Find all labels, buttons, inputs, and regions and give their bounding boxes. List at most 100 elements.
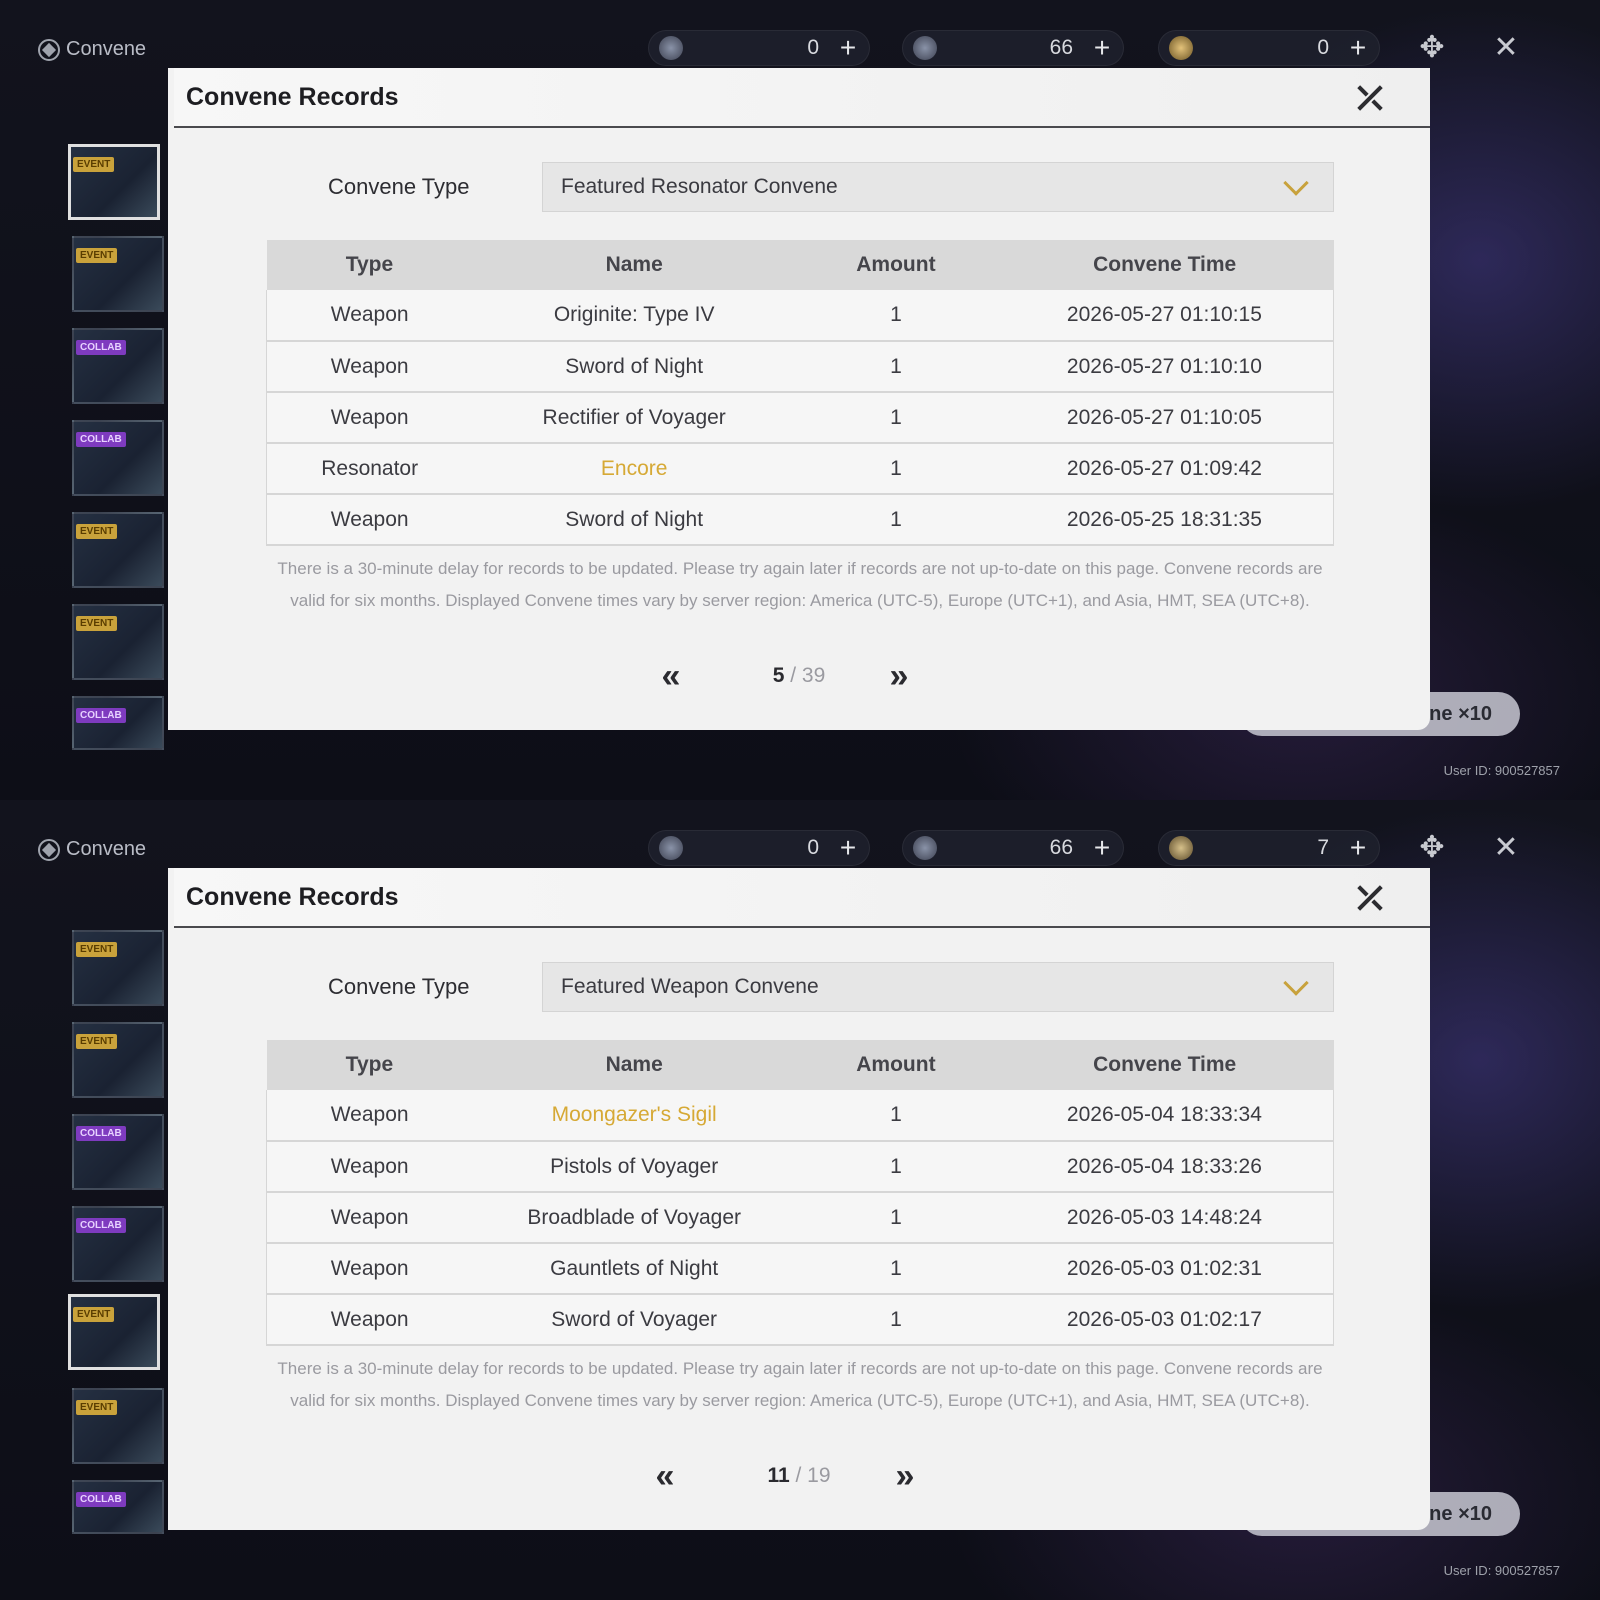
header-amount: Amount [796, 1040, 996, 1090]
convene-screen-top: Convene 0 + 66 + 0 + ✥ ✕ EVENT EVENT COL… [0, 0, 1600, 800]
records-table: Type Name Amount Convene Time Weapon Moo… [266, 1040, 1334, 1346]
cell-time: 2026-05-04 18:33:26 [995, 1141, 1334, 1193]
records-notice: There is a 30-minute delay for records t… [277, 559, 1323, 610]
cell-amount: 1 [796, 1090, 996, 1142]
cell-type: Resonator [266, 443, 473, 495]
cell-type: Weapon [266, 1243, 473, 1295]
astrite-icon [913, 36, 937, 60]
table-header: Type Name Amount Convene Time [266, 240, 1334, 290]
table-row: Weapon Rectifier of Voyager 1 2026-05-27… [266, 392, 1334, 444]
banner-tag: EVENT [76, 524, 118, 539]
convene-type-value: Featured Weapon Convene [561, 975, 819, 998]
add-astrite-button[interactable]: + [1091, 834, 1113, 862]
table-row: Weapon Broadblade of Voyager 1 2026-05-0… [266, 1192, 1334, 1244]
banner-thumb[interactable]: COLLAB [72, 696, 164, 750]
page-indicator: 5 / 39 [168, 664, 1430, 688]
convene-type-select[interactable]: Featured Weapon Convene [542, 962, 1334, 1012]
banner-thumb[interactable]: EVENT [72, 930, 164, 1006]
table-row: Weapon Pistols of Voyager 1 2026-05-04 1… [266, 1141, 1334, 1193]
close-icon[interactable] [1350, 878, 1390, 918]
cell-name: Sword of Voyager [472, 1294, 797, 1346]
cell-time: 2026-05-03 01:02:31 [995, 1243, 1334, 1295]
add-lunite-button[interactable]: + [837, 34, 859, 62]
cell-name: Sword of Night [472, 341, 796, 393]
settings-icon[interactable]: ✥ [1414, 830, 1450, 866]
table-row: Weapon Gauntlets of Night 1 2026-05-03 0… [266, 1243, 1334, 1295]
page-indicator: 11 / 19 [168, 1464, 1430, 1488]
header-time: Convene Time [995, 240, 1334, 290]
user-id: User ID: 900527857 [1443, 763, 1560, 778]
banner-tag: EVENT [76, 248, 118, 263]
currency-tide: 0 + [1158, 30, 1380, 66]
banner-thumb[interactable]: EVENT [72, 604, 164, 680]
add-tide-button[interactable]: + [1347, 834, 1369, 862]
banner-tag: EVENT [76, 616, 118, 631]
banner-thumb[interactable]: COLLAB [72, 1480, 164, 1534]
convene-type-value: Featured Resonator Convene [561, 175, 838, 198]
page-current: 11 [767, 1464, 790, 1487]
banner-tag: COLLAB [76, 708, 126, 723]
currency-lunite: 0 + [648, 30, 870, 66]
exit-icon[interactable]: ✕ [1488, 830, 1524, 866]
convene-type-row: Convene Type Featured Weapon Convene [168, 962, 1430, 1014]
settings-icon[interactable]: ✥ [1414, 30, 1450, 66]
cell-type: Weapon [266, 1141, 473, 1193]
exit-icon[interactable]: ✕ [1488, 30, 1524, 66]
cell-name: Pistols of Voyager [472, 1141, 797, 1193]
banner-thumb[interactable]: EVENT [72, 1022, 164, 1098]
banner-tag: COLLAB [76, 1492, 126, 1507]
cell-amount: 1 [796, 341, 996, 393]
banner-thumb[interactable]: COLLAB [72, 328, 164, 404]
banner-thumb[interactable]: EVENT [72, 1388, 164, 1464]
banner-thumb[interactable]: EVENT [68, 144, 160, 220]
add-tide-button[interactable]: + [1347, 34, 1369, 62]
add-astrite-button[interactable]: + [1091, 34, 1113, 62]
modal-header: Convene Records [174, 868, 1430, 928]
modal-title: Convene Records [186, 82, 399, 111]
banner-thumb[interactable]: COLLAB [72, 1114, 164, 1190]
cell-type: Weapon [266, 341, 473, 393]
banner-tag: COLLAB [76, 340, 126, 355]
banner-thumb[interactable]: EVENT [72, 512, 164, 588]
convene-type-select[interactable]: Featured Resonator Convene [542, 162, 1334, 212]
banner-tag: COLLAB [76, 432, 126, 447]
cell-amount: 1 [796, 1192, 996, 1244]
table-row: Weapon Originite: Type IV 1 2026-05-27 0… [266, 290, 1334, 342]
next-page-button[interactable]: » [884, 659, 914, 693]
close-icon[interactable] [1350, 78, 1390, 118]
cell-type: Weapon [266, 1294, 473, 1346]
currency-astrite: 66 + [902, 830, 1124, 866]
add-lunite-button[interactable]: + [837, 834, 859, 862]
currency-value: 66 [1049, 836, 1073, 859]
convene-type-row: Convene Type Featured Resonator Convene [168, 162, 1430, 214]
cell-type: Weapon [266, 392, 473, 444]
banner-thumb[interactable]: COLLAB [72, 420, 164, 496]
banner-tag: EVENT [73, 157, 115, 172]
banner-thumb[interactable]: COLLAB [72, 1206, 164, 1282]
cell-name-highlight: Encore [472, 443, 796, 495]
lunite-icon [659, 836, 683, 860]
page-current: 5 [772, 664, 785, 687]
currency-value: 7 [1317, 836, 1329, 859]
cell-time: 2026-05-04 18:33:34 [995, 1090, 1334, 1142]
chevron-down-icon [1283, 170, 1309, 196]
banner-thumb[interactable]: EVENT [72, 236, 164, 312]
cell-amount: 1 [796, 1141, 996, 1193]
header-amount: Amount [796, 240, 996, 290]
cell-time: 2026-05-27 01:10:15 [995, 290, 1334, 342]
banner-tag: EVENT [73, 1307, 115, 1322]
page-total: / 19 [789, 1464, 831, 1487]
convene-logo-icon [38, 838, 60, 861]
banner-tag: COLLAB [76, 1218, 126, 1233]
cell-type: Weapon [266, 1192, 473, 1244]
app-title: Convene [38, 838, 146, 861]
banner-thumb[interactable]: EVENT [68, 1294, 160, 1370]
app-title-text: Convene [66, 838, 147, 860]
modal-title: Convene Records [186, 882, 399, 911]
next-page-button[interactable]: » [890, 1459, 920, 1493]
forging-tide-icon [1169, 836, 1193, 860]
pagination: « 11 / 19 » [168, 1458, 1430, 1498]
cell-name: Broadblade of Voyager [472, 1192, 797, 1244]
header-name: Name [472, 240, 796, 290]
table-row: Weapon Sword of Night 1 2026-05-25 18:31… [266, 494, 1334, 546]
